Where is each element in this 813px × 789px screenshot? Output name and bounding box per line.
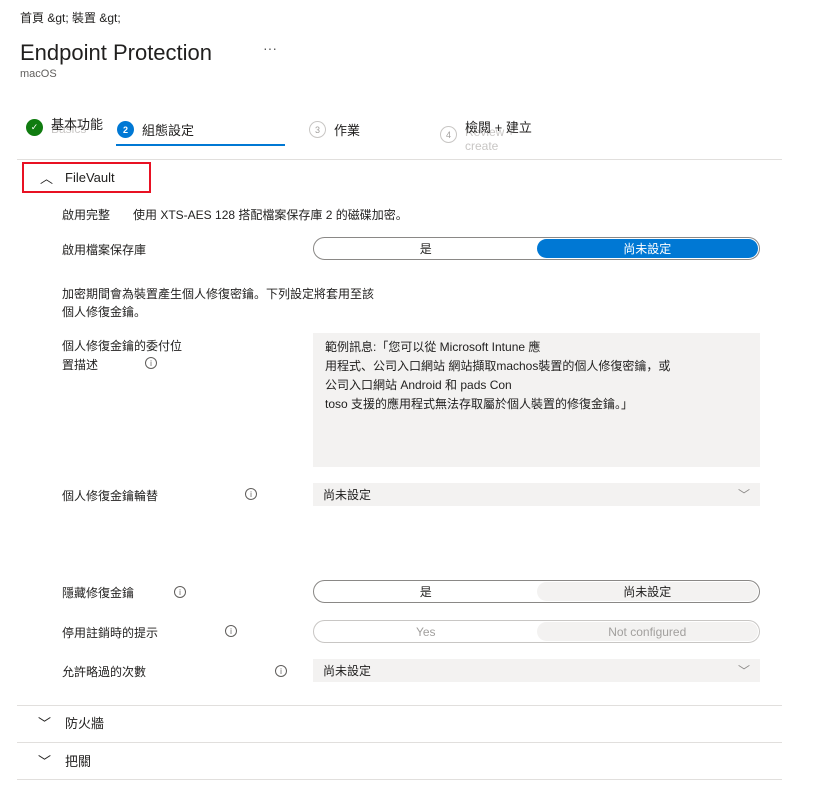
divider	[17, 779, 782, 780]
step-number-icon: 4	[440, 126, 457, 143]
gatekeeper-section-header[interactable]: ﹀ 把關	[38, 751, 91, 770]
active-tab-indicator	[116, 144, 285, 146]
option-yes[interactable]: Yes	[315, 622, 537, 641]
disable-prompt-toggle[interactable]: Yes Not configured	[313, 620, 760, 643]
info-icon[interactable]: i	[174, 586, 186, 598]
vault-label: 啟用檔案保存庫	[62, 243, 147, 257]
note-text: 加密期間會為裝置產生個人修復密鑰。下列設定將套用至該 個人修復金鑰。	[62, 287, 375, 319]
info-icon[interactable]: i	[275, 665, 287, 677]
page-title: Endpoint Protection	[20, 40, 213, 65]
more-options-button[interactable]: ···	[263, 40, 277, 56]
info-icon[interactable]: i	[225, 625, 237, 637]
breadcrumb[interactable]: 首頁 &gt; 裝置 &gt;	[20, 9, 121, 26]
enable-label: 啟用完整	[62, 208, 111, 222]
hide-key-label: 隱藏修復金鑰	[62, 586, 135, 600]
dropdown-value: 尚未設定	[323, 488, 372, 502]
chevron-down-icon: ﹀	[38, 754, 52, 769]
hide-key-toggle[interactable]: 是 尚未設定	[313, 580, 760, 603]
option-not-configured[interactable]: 尚未設定	[536, 239, 758, 258]
chevron-up-icon: ︿	[40, 171, 54, 186]
escrow-label: 個人修復金鑰的委付位 置描述	[62, 339, 183, 372]
page-subtitle: macOS	[20, 68, 57, 80]
option-yes[interactable]: 是	[315, 582, 537, 601]
rotation-label: 個人修復金鑰輪替	[62, 489, 159, 503]
filevault-section-header[interactable]: ︿ FileVault	[22, 162, 151, 193]
rotation-dropdown[interactable]: 尚未設定 ﹀	[313, 483, 760, 506]
tab-basics[interactable]: ✓ 基本功能 Basics	[26, 117, 104, 137]
option-not-configured[interactable]: Not configured	[536, 622, 758, 641]
tab-review-create[interactable]: 4 檢閱 + 建立 Review + create	[440, 118, 532, 153]
dropdown-value: 尚未設定	[323, 664, 372, 678]
tab-assignments[interactable]: 3 作業	[309, 120, 360, 139]
bypass-label: 允許略過的次數	[62, 665, 147, 679]
bypass-dropdown[interactable]: 尚未設定 ﹀	[313, 659, 760, 682]
escrow-line: 用程式、公司入口網站 網站擷取machos裝置的個人修復密鑰，或	[325, 359, 671, 373]
tab-configuration[interactable]: 2 組態設定	[117, 120, 194, 139]
step-number-icon: 2	[117, 121, 134, 138]
chevron-down-icon: ﹀	[737, 664, 750, 678]
escrow-line: 公司入口網站 Android 和 pads Con	[325, 378, 512, 392]
step-label: 作業	[334, 123, 361, 138]
escrow-textarea[interactable]: 範例訊息:「您可以從 Microsoft Intune 應 用程式、公司入口網站…	[313, 333, 760, 467]
step-label: 基本功能	[51, 117, 104, 132]
firewall-section-header[interactable]: ﹀ 防火牆	[38, 713, 104, 732]
chevron-down-icon: ﹀	[737, 488, 750, 502]
option-not-configured[interactable]: 尚未設定	[536, 582, 758, 601]
info-icon[interactable]: i	[145, 357, 157, 369]
divider	[17, 159, 782, 160]
escrow-line: 範例訊息:「您可以從 Microsoft Intune 應	[325, 340, 541, 354]
escrow-line: toso 支援的應用程式無法存取屬於個人裝置的修復金鑰。」	[325, 397, 634, 411]
info-icon[interactable]: i	[245, 488, 257, 500]
step-label: 檢閱 + 建立	[465, 120, 532, 135]
divider	[17, 742, 782, 743]
section-title: 防火牆	[65, 716, 105, 731]
chevron-down-icon: ﹀	[38, 716, 52, 731]
disable-prompt-label: 停用註銷時的提示	[62, 626, 159, 640]
section-title: FileVault	[65, 170, 115, 185]
check-icon: ✓	[26, 119, 43, 136]
option-yes[interactable]: 是	[315, 239, 537, 258]
vault-toggle[interactable]: 是 尚未設定	[313, 237, 760, 260]
enable-value: 使用 XTS-AES 128 搭配檔案保存庫 2 的磁碟加密。	[133, 208, 408, 222]
section-title: 把關	[65, 754, 92, 769]
divider	[17, 705, 782, 706]
step-label: 組態設定	[142, 123, 195, 138]
step-number-icon: 3	[309, 121, 326, 138]
